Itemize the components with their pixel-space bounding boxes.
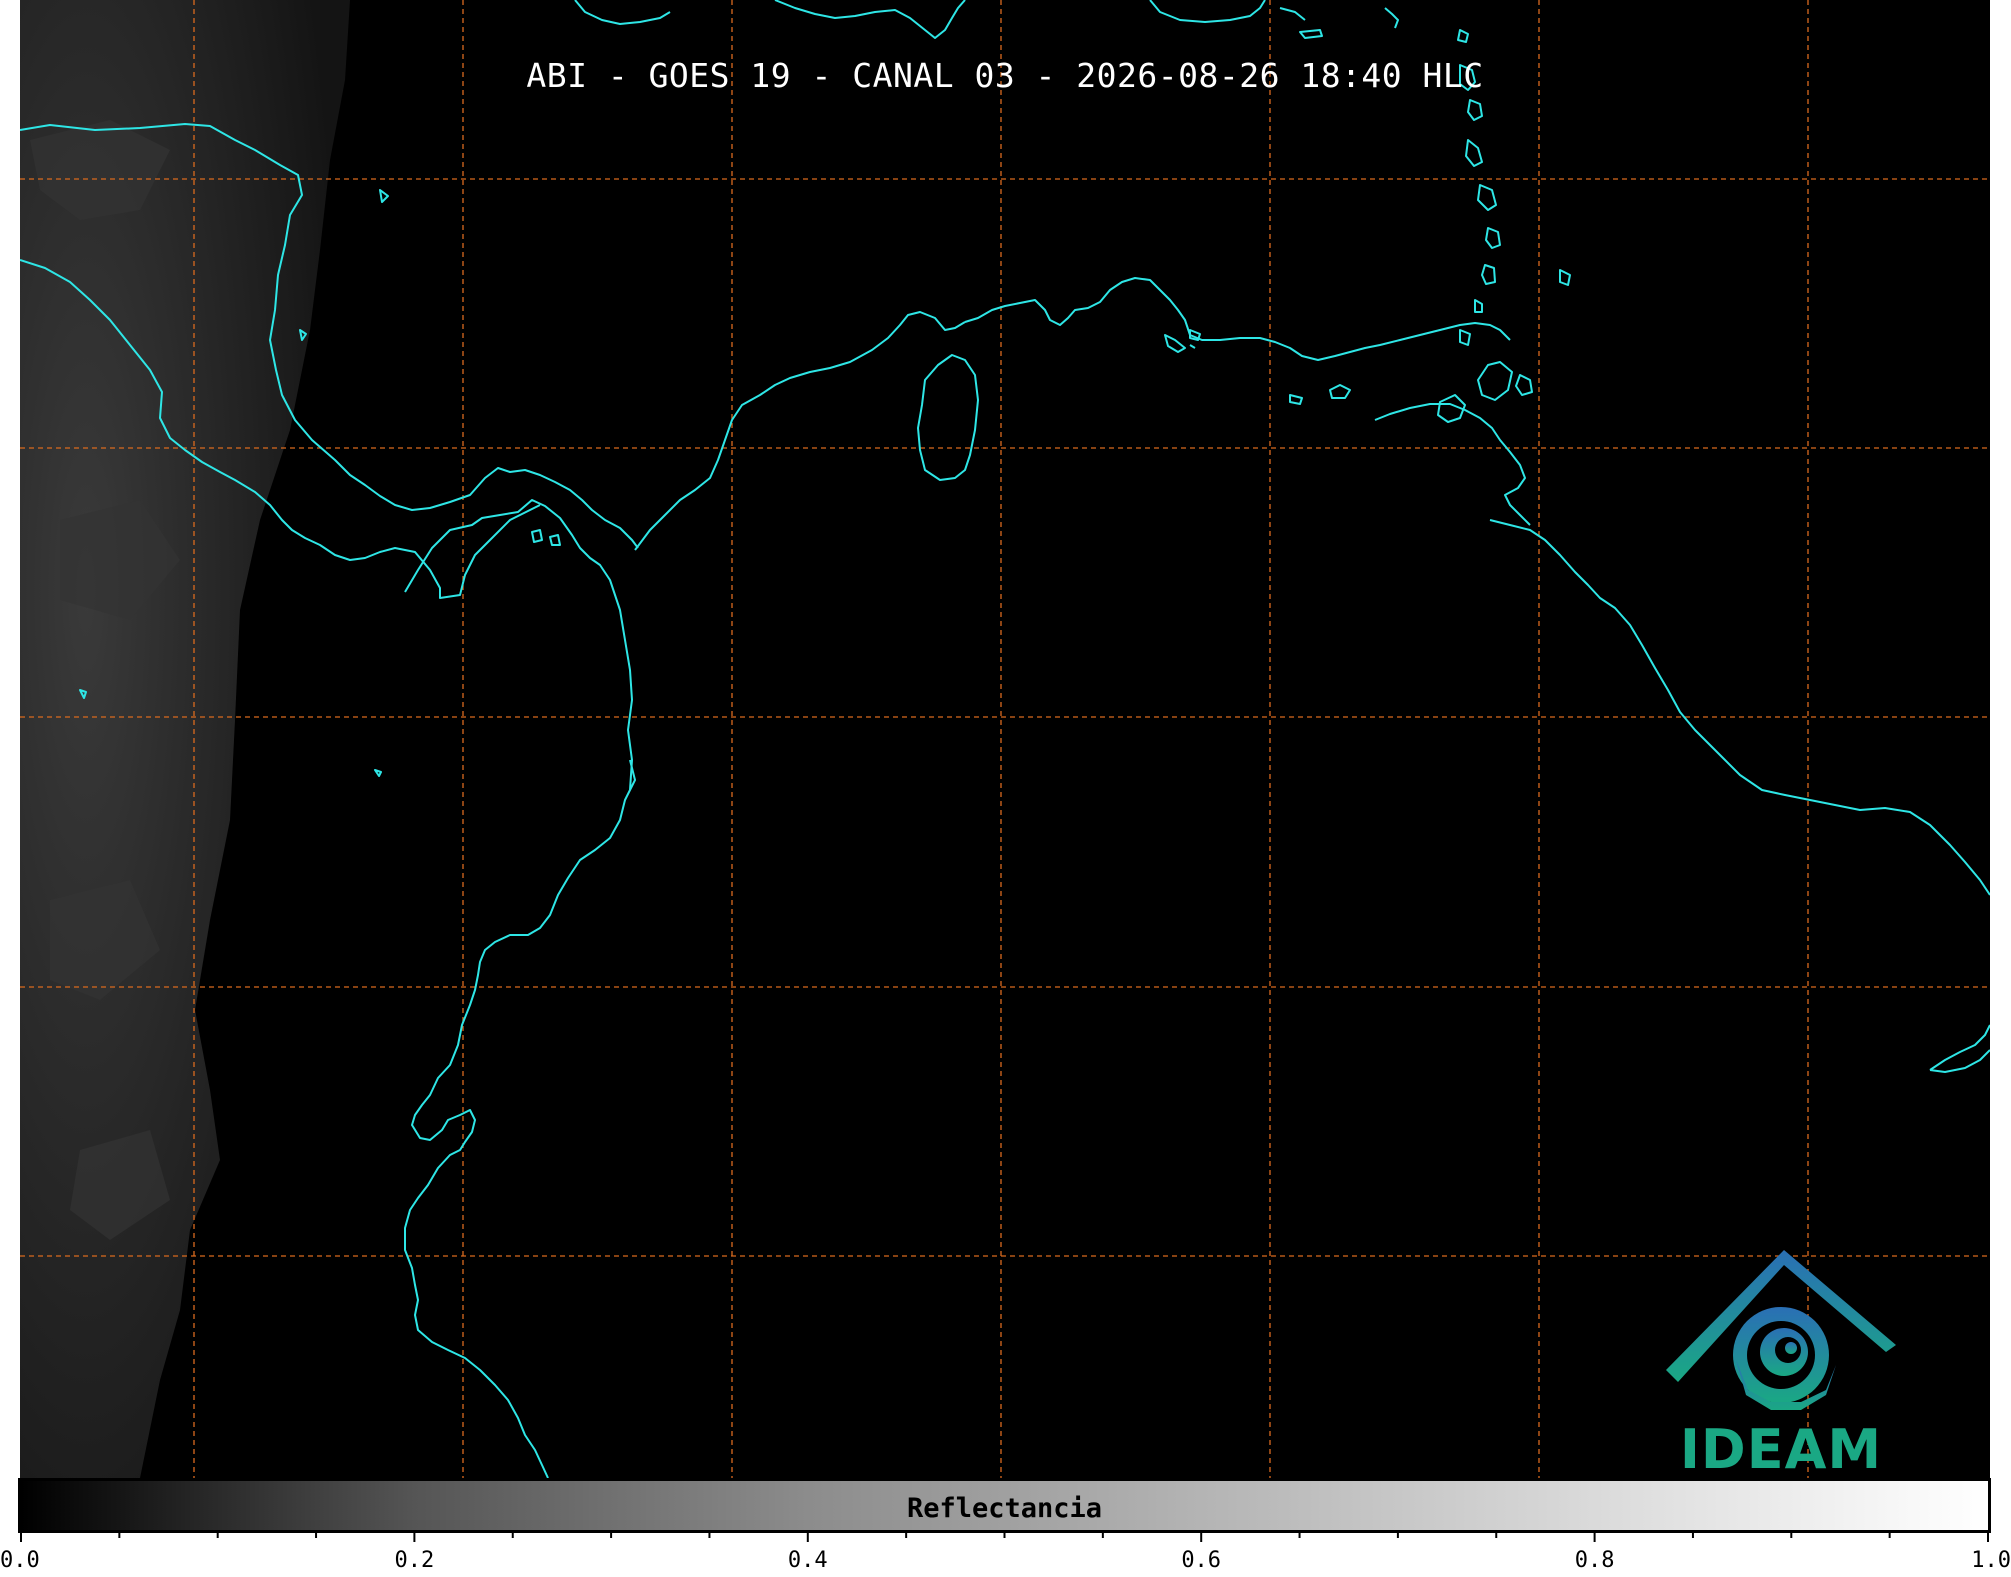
colorbar-axis: 0.0 0.2 0.4 0.6 0.8 1.0 (0, 1530, 2011, 1573)
colorbar-tick-label: 0.0 (0, 1548, 40, 1573)
colorbar-tick-label: 1.0 (1971, 1548, 2011, 1573)
ideam-mountain-spiral-icon (1666, 1250, 1896, 1410)
colorbar-tick-label: 0.2 (395, 1548, 435, 1573)
colorbar-label: Reflectancia (906, 1493, 1103, 1524)
colorbar-tick-label: 0.4 (788, 1548, 828, 1573)
ideam-logo: IDEAM (1666, 1250, 1896, 1478)
map-title: ABI - GOES 19 - CANAL 03 - 2026-08-26 18… (526, 56, 1484, 95)
colorbar-tick-label: 0.6 (1181, 1548, 1221, 1573)
colorbar-tick-label: 0.8 (1575, 1548, 1615, 1573)
ideam-logo-text: IDEAM (1679, 1418, 1883, 1478)
colorbar: Reflectancia (18, 1478, 1991, 1533)
satellite-image-panel: ABI - GOES 19 - CANAL 03 - 2026-08-26 18… (20, 0, 1990, 1478)
